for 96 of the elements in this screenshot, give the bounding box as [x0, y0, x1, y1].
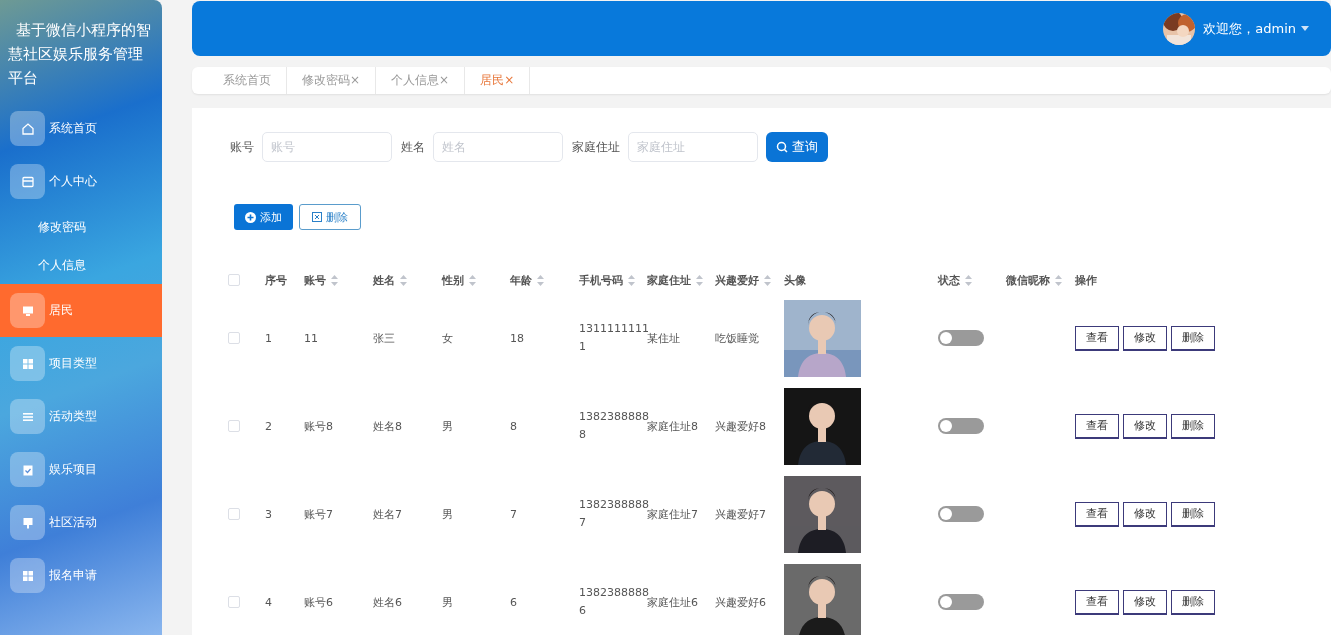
table-cell: 6 — [510, 595, 517, 609]
action-button[interactable]: 修改 — [1123, 325, 1167, 351]
sort-icon[interactable] — [537, 274, 544, 286]
table-cell: 8 — [510, 419, 517, 433]
table-cell: 账号6 — [304, 594, 333, 610]
search-icon — [776, 141, 788, 153]
table-cell: 兴趣爱好7 — [715, 506, 766, 522]
close-icon — [312, 212, 322, 222]
table-cell: 女 — [442, 330, 453, 346]
sort-icon[interactable] — [331, 274, 338, 286]
sidebar-item[interactable]: 系统首页 — [0, 102, 162, 155]
checkbox[interactable] — [228, 420, 240, 432]
table-cell: 吃饭睡觉 — [715, 330, 759, 346]
table-cell: 账号7 — [304, 506, 333, 522]
sort-icon[interactable] — [469, 274, 476, 286]
table-cell: 账号8 — [304, 418, 333, 434]
column-header[interactable]: 性别 — [442, 272, 476, 288]
sidebar-item[interactable]: 社区活动 — [0, 496, 162, 549]
table-cell: 男 — [442, 506, 453, 522]
table-cell: 11 — [304, 331, 318, 345]
column-header[interactable]: 年龄 — [510, 272, 544, 288]
column-header[interactable]: 家庭住址 — [647, 272, 703, 288]
checkbox[interactable] — [228, 596, 240, 608]
table-cell-text: 家庭住址8 — [647, 419, 698, 434]
sort-icon[interactable] — [696, 274, 703, 286]
action-button[interactable]: 查看 — [1075, 413, 1119, 439]
column-header[interactable]: 姓名 — [373, 272, 407, 288]
list-icon — [10, 399, 45, 434]
monitor-icon — [10, 293, 45, 328]
user-menu[interactable]: 欢迎您，admin — [1203, 19, 1309, 38]
table-cell: 1 — [265, 331, 272, 345]
checkbox[interactable] — [228, 274, 240, 286]
action-button[interactable]: 修改 — [1123, 501, 1167, 527]
column-header[interactable]: 账号 — [304, 272, 338, 288]
table-cell: 姓名6 — [373, 594, 402, 610]
toggle-switch[interactable] — [938, 506, 984, 522]
toggle-switch[interactable] — [938, 594, 984, 610]
table-cell: 姓名7 — [373, 506, 402, 522]
column-header: 序号 — [265, 272, 287, 288]
field-label: 家庭住址 — [572, 138, 620, 156]
column-header[interactable]: 微信昵称 — [1006, 272, 1062, 288]
table-cell-text: 某住址 — [647, 331, 680, 346]
caret-icon[interactable] — [1301, 26, 1309, 31]
grid-icon — [10, 558, 45, 593]
delete-button[interactable]: 删除 — [299, 204, 361, 230]
action-button[interactable]: 修改 — [1123, 413, 1167, 439]
table-cell: 兴趣爱好8 — [715, 418, 766, 434]
action-button[interactable]: 删除 — [1171, 325, 1215, 351]
column-header: 头像 — [784, 272, 806, 288]
table-cell: 4 — [265, 595, 272, 609]
sort-icon[interactable] — [1055, 274, 1062, 286]
action-button[interactable]: 查看 — [1075, 501, 1119, 527]
checkbox[interactable] — [228, 508, 240, 520]
checkbox[interactable] — [228, 332, 240, 344]
action-button[interactable]: 删除 — [1171, 501, 1215, 527]
table-cell: 男 — [442, 594, 453, 610]
signboard-icon — [10, 505, 45, 540]
column-header[interactable]: 状态 — [938, 272, 972, 288]
field-label: 姓名 — [401, 138, 425, 156]
column-header[interactable]: 手机号码 — [579, 272, 635, 288]
plus-icon — [245, 211, 256, 223]
table-cell: 男 — [442, 418, 453, 434]
clipboard-icon — [10, 452, 45, 487]
card-icon — [10, 164, 45, 199]
table-cell: 7 — [510, 507, 517, 521]
search-field[interactable]: 姓名 — [433, 132, 563, 162]
table-cell: 姓名8 — [373, 418, 402, 434]
search-button[interactable]: 查询 — [766, 132, 828, 162]
table-cell: 张三 — [373, 330, 395, 346]
search-field[interactable]: 账号 — [262, 132, 392, 162]
table-cell: 兴趣爱好6 — [715, 594, 766, 610]
toggle-switch[interactable] — [938, 418, 984, 434]
field-label: 账号 — [230, 138, 254, 156]
column-header[interactable]: 兴趣爱好 — [715, 272, 771, 288]
table-cell-text: 家庭住址6 — [647, 595, 698, 610]
sort-icon[interactable] — [965, 274, 972, 286]
grid-icon — [10, 346, 45, 381]
app-title: 基于微信小程序的智慧社区娱乐服务管理平台 — [7, 20, 152, 89]
sort-icon[interactable] — [400, 274, 407, 286]
add-button[interactable]: 添加 — [234, 204, 293, 230]
column-header: 操作 — [1075, 272, 1097, 288]
toggle-switch[interactable] — [938, 330, 984, 346]
table-cell: 18 — [510, 331, 524, 345]
action-button[interactable]: 查看 — [1075, 589, 1119, 615]
action-button[interactable]: 修改 — [1123, 589, 1167, 615]
sort-icon[interactable] — [628, 274, 635, 286]
table-cell: 3 — [265, 507, 272, 521]
sidebar-item[interactable]: 个人中心 — [0, 155, 162, 208]
search-field[interactable]: 家庭住址 — [628, 132, 758, 162]
table-cell: 2 — [265, 419, 272, 433]
action-button[interactable]: 删除 — [1171, 413, 1215, 439]
home-icon — [10, 111, 45, 146]
sort-icon[interactable] — [764, 274, 771, 286]
action-button[interactable]: 删除 — [1171, 589, 1215, 615]
table-cell-text: 家庭住址7 — [647, 507, 698, 522]
action-button[interactable]: 查看 — [1075, 325, 1119, 351]
